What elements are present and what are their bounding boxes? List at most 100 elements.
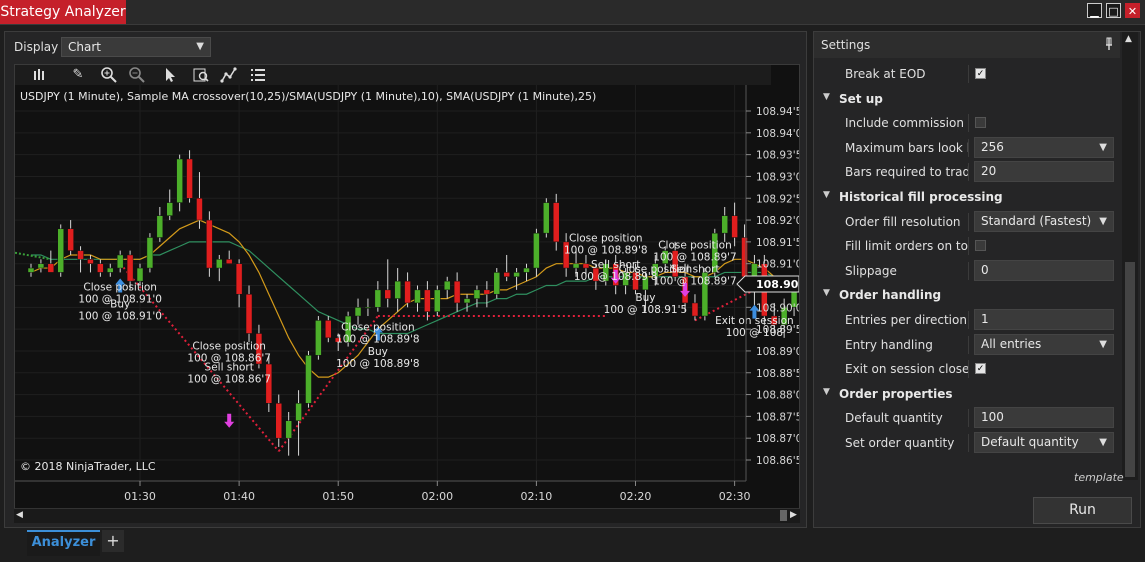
candle — [136, 267, 144, 282]
exit-on-session-close-checkbox[interactable]: ✓ — [975, 363, 986, 375]
data-box-icon[interactable] — [192, 66, 210, 84]
category-order-properties[interactable]: ▼ Order properties — [814, 382, 1120, 406]
setting-row-bars-required-to-trade[interactable]: Bars required to trade 20 — [814, 160, 1120, 184]
y-tick-label: 108.86'5 — [756, 455, 799, 467]
setting-row-entry-handling[interactable]: Entry handling All entries ▼ — [814, 333, 1120, 357]
field-value: 20 — [981, 164, 997, 179]
field-value: Default quantity — [981, 435, 1079, 449]
setting-row-entries-per-direction[interactable]: Entries per direction 1 — [814, 308, 1120, 332]
setting-label: Entry handling — [845, 337, 933, 352]
pencil-icon[interactable]: ✎ — [69, 66, 87, 84]
setting-label: Historical fill processing — [839, 190, 1003, 204]
scroll-right-icon[interactable]: ▶ — [790, 510, 800, 521]
candle — [364, 307, 372, 309]
pin-icon[interactable] — [1104, 37, 1114, 54]
settings-list: Break at EOD ✓ ▼ Set up Include commission Ma… — [814, 62, 1120, 458]
column-divider — [968, 409, 969, 428]
x-tick-label: 02:00 — [421, 490, 453, 503]
chart-info-line: USDJPY (1 Minute), Sample MA crossover(1… — [20, 90, 596, 103]
display-select[interactable]: Chart ▼ — [61, 37, 211, 57]
y-tick-label: 108.93'0 — [756, 171, 799, 183]
candle — [235, 263, 243, 295]
category-order-handling[interactable]: ▼ Order handling — [814, 283, 1120, 307]
setting-label: Order properties — [839, 386, 953, 401]
setting-row-slippage[interactable]: Slippage 0 — [814, 259, 1120, 283]
candle — [453, 280, 461, 304]
setting-label: Set order quantity — [845, 436, 955, 450]
chart-scrollbar[interactable]: ◀ ▶ — [14, 508, 800, 523]
x-tick-label: 02:10 — [521, 490, 553, 503]
maximize-button[interactable]: □ — [1106, 3, 1121, 18]
maximum-bars-look-back-select[interactable]: 256 ▼ — [974, 136, 1114, 158]
setting-label: Entries per direction — [845, 313, 967, 327]
y-tick-label: 108.91'0 — [756, 259, 799, 271]
setting-row-break-at-eod[interactable]: Break at EOD ✓ — [814, 62, 1120, 86]
column-divider — [968, 335, 969, 354]
zoom-out-icon[interactable] — [128, 66, 146, 84]
minimize-button[interactable]: ▁ — [1087, 3, 1102, 18]
settings-scroll-thumb[interactable] — [1125, 262, 1135, 477]
y-tick-label: 108.92'0 — [756, 215, 799, 227]
order-fill-resolution-select[interactable]: Standard (Fastest) ▼ — [974, 210, 1114, 232]
pointer-icon[interactable] — [161, 66, 179, 84]
default-quantity-field[interactable]: 100 — [974, 407, 1114, 429]
entry-handling-select[interactable]: All entries ▼ — [974, 333, 1114, 355]
setting-row-set-order-quantity[interactable]: Set order quantity Default quantity ▼ — [814, 431, 1120, 455]
trade-price-label: 100 @ 108.91'0 — [78, 311, 162, 323]
trade-price-label: 100 @ 108.89'7 — [653, 251, 737, 263]
category-set-up[interactable]: ▼ Set up — [814, 87, 1120, 111]
candle — [325, 320, 332, 339]
candle — [543, 202, 550, 234]
setting-row-maximum-bars-look-back[interactable]: Maximum bars look back 256 ▼ — [814, 136, 1120, 160]
candle — [731, 215, 738, 238]
indicators-icon[interactable] — [220, 66, 238, 84]
candle — [384, 289, 392, 299]
properties-icon[interactable] — [249, 66, 267, 84]
include-commission-checkbox[interactable] — [975, 117, 986, 129]
setting-row-include-commission[interactable]: Include commission — [814, 111, 1120, 135]
collapse-icon[interactable]: ▼ — [823, 387, 830, 397]
set-order-quantity-select[interactable]: Default quantity ▼ — [974, 432, 1114, 453]
y-tick-label: 108.88'0 — [756, 390, 799, 402]
slippage-field[interactable]: 0 — [974, 259, 1114, 281]
collapse-icon[interactable]: ▼ — [823, 288, 830, 298]
current-price-label: 108.90'5 — [756, 278, 799, 291]
candle — [443, 280, 451, 291]
y-tick-label: 108.94'0 — [756, 128, 799, 140]
break-at-eod-checkbox[interactable]: ✓ — [975, 68, 986, 79]
candle — [27, 267, 35, 273]
bars-required-to-trade-field[interactable]: 20 — [974, 161, 1114, 183]
scroll-left-icon[interactable]: ◀ — [16, 510, 26, 521]
collapse-icon[interactable]: ▼ — [823, 92, 830, 102]
current-price-tag: 108.90'5 — [736, 275, 799, 293]
setting-row-fill-limit-orders-on-touch[interactable]: Fill limit orders on touch — [814, 234, 1120, 258]
chevron-down-icon: ▼ — [1099, 437, 1107, 448]
scroll-thumb[interactable] — [780, 510, 787, 521]
setting-row-exit-on-session-close[interactable]: Exit on session close ✓ — [814, 357, 1120, 381]
trade-label: Buy — [635, 292, 655, 304]
trade-label: Buy — [110, 299, 130, 311]
trade-label: Close position — [658, 239, 732, 251]
category-historical-fill-processing[interactable]: ▼ Historical fill processing — [814, 185, 1120, 209]
setting-label: Fill limit orders on touch — [845, 239, 969, 254]
close-button[interactable]: ✕ — [1125, 3, 1140, 18]
bar-type-icon[interactable] — [31, 66, 49, 84]
run-button[interactable]: Run — [1033, 497, 1132, 524]
setting-row-order-fill-resolution[interactable]: Order fill resolution Standard (Fastest) ▼ — [814, 210, 1120, 234]
price-chart[interactable]: Close position100 @ 108.91'0Buy100 @ 108… — [15, 85, 799, 508]
setting-label: Include commission — [845, 116, 964, 131]
setting-label: Order handling — [839, 288, 942, 303]
setting-row-default-quantity[interactable]: Default quantity 100 — [814, 406, 1120, 430]
tab-analyzer[interactable]: Analyzer — [27, 530, 100, 556]
zoom-in-icon[interactable] — [100, 66, 118, 84]
collapse-icon[interactable]: ▼ — [823, 190, 830, 200]
add-tab-button[interactable]: + — [102, 530, 124, 552]
trade-price-label: 100 @ 108.86'7 — [187, 374, 271, 386]
entries-per-direction-field[interactable]: 1 — [974, 309, 1114, 330]
fill-limit-orders-on-touch-checkbox[interactable] — [975, 240, 986, 252]
template-link[interactable]: template — [1074, 471, 1124, 484]
y-tick-label: 108.91'5 — [756, 237, 799, 249]
scroll-up-icon[interactable]: ▲ — [1125, 34, 1132, 44]
candle — [404, 280, 411, 304]
candle — [473, 289, 481, 299]
